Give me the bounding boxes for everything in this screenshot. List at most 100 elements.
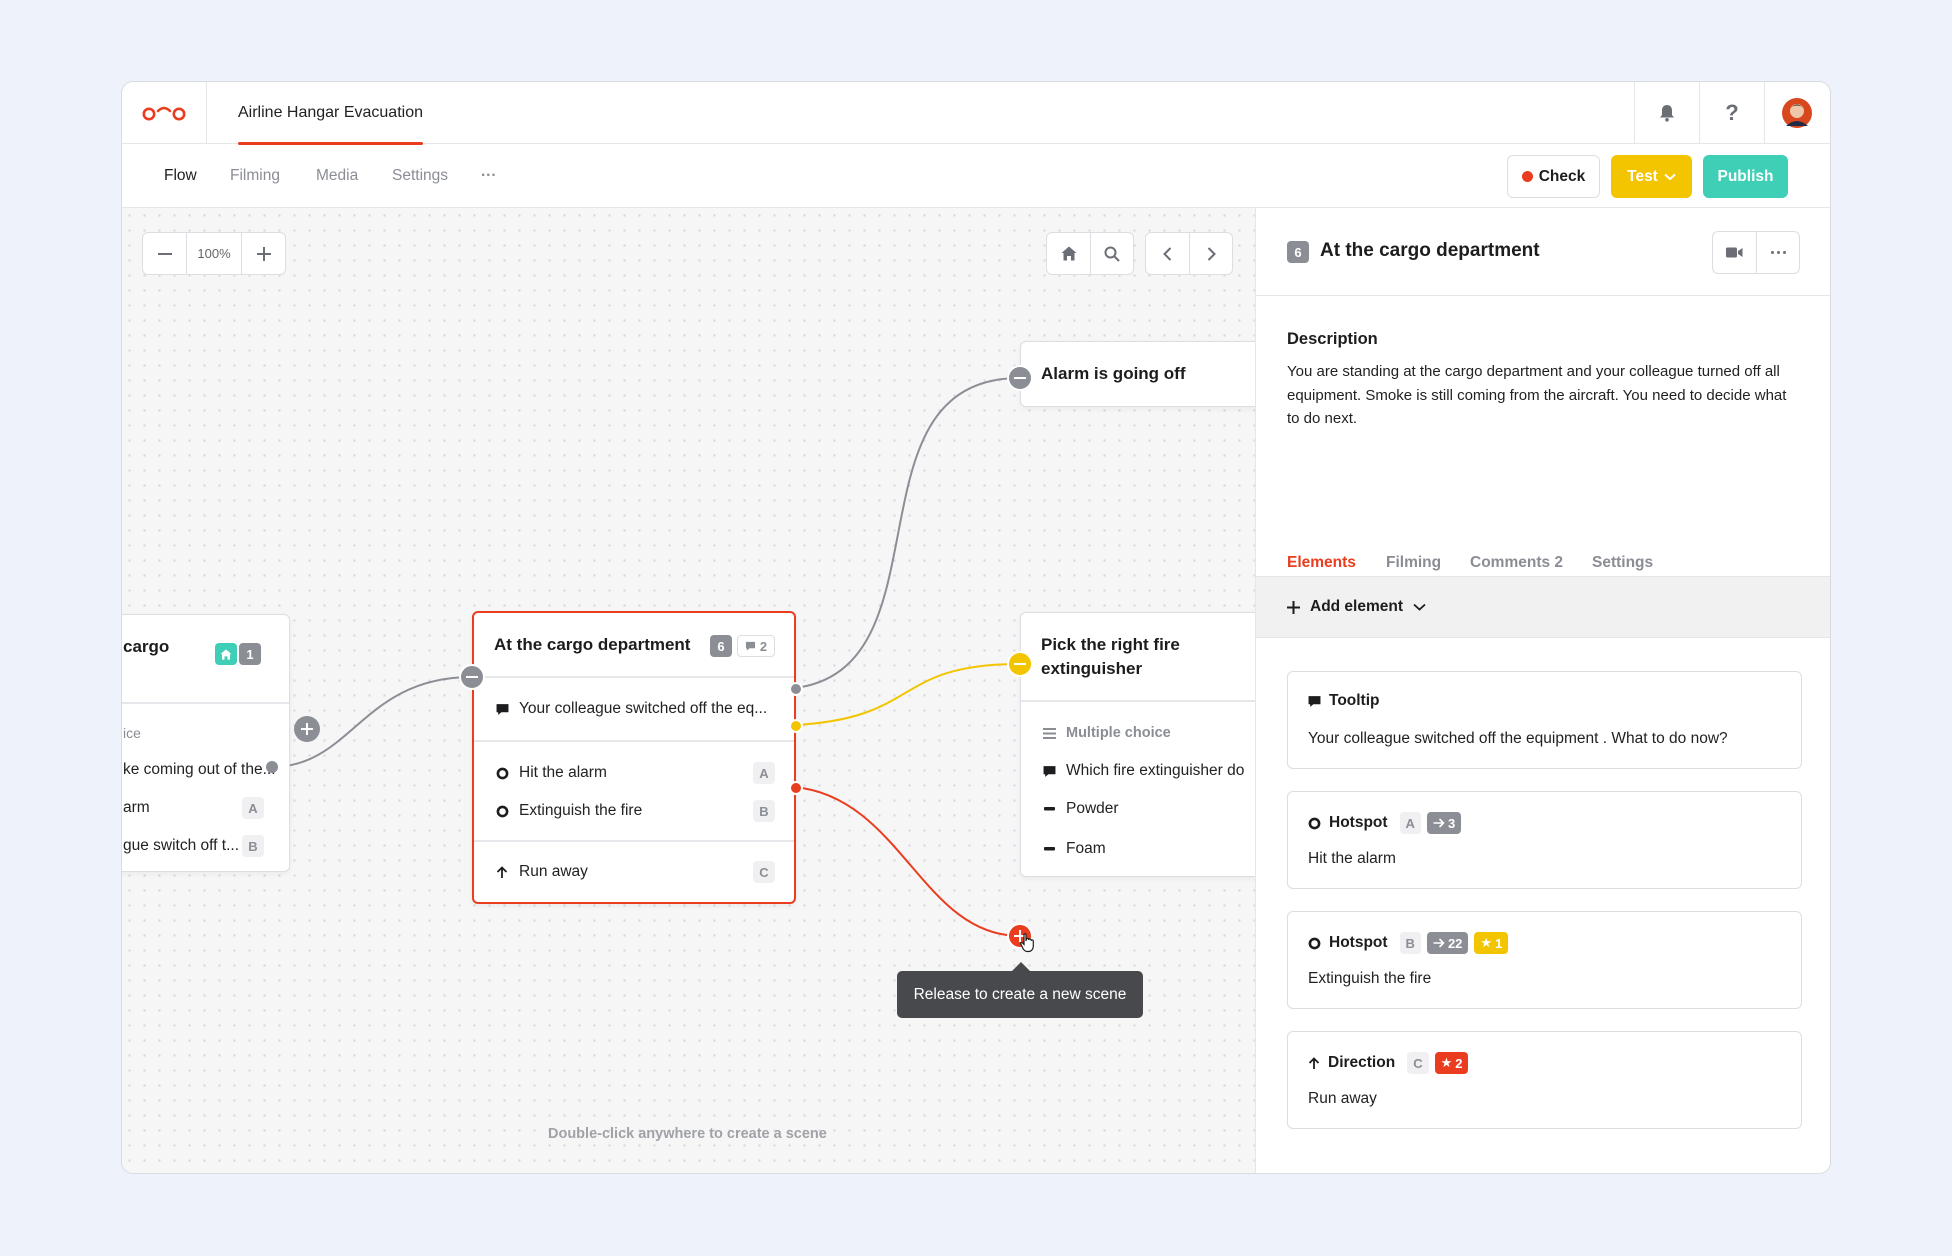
previous-button[interactable] [1146,233,1189,274]
plus-icon [301,723,313,735]
option-row[interactable]: Hit the alarm [474,754,794,792]
collapse-input-button[interactable] [1007,651,1033,677]
zoom-out-button[interactable] [143,233,186,274]
flow-canvas[interactable]: 100% cargo 1 ice ke coming out of the...… [122,208,1255,1173]
add-element-label: Add element [1310,598,1404,615]
option-key: A [753,762,775,784]
notifications-button[interactable] [1634,82,1699,144]
answer-dash-icon [1041,841,1057,857]
home-button[interactable] [1047,233,1090,274]
option-key: B [242,835,264,857]
collapse-input-button[interactable] [459,664,485,690]
comments-badge[interactable]: 2 [737,635,775,657]
scene-number-badge: 6 [1287,241,1309,263]
description-text: You are standing at the cargo department… [1287,363,1787,427]
chevron-down-icon [1664,173,1676,180]
scene-node-fire-extinguisher[interactable]: Pick the right fire extinguisher Multipl… [1020,612,1255,877]
more-dots-icon [1770,251,1786,254]
tab-filming[interactable]: Filming [230,144,280,208]
tab-media[interactable]: Media [316,144,358,208]
home-icon [1061,246,1076,261]
element-type: Tooltip [1329,692,1380,709]
tooltip-row[interactable]: Your colleague switched off the eq... [474,690,794,728]
document-tab[interactable]: Airline Hangar Evacuation [238,82,423,145]
scene-details-panel: 6 At the cargo department Description Yo… [1255,208,1830,1173]
connection-port[interactable] [789,719,803,733]
answer-label: Foam [1066,840,1106,857]
next-button[interactable] [1189,233,1232,274]
option-row[interactable]: Extinguish the fire [474,792,794,830]
link-badge: 22 [1426,932,1469,954]
app-logo[interactable] [122,82,207,144]
test-button[interactable]: Test [1611,155,1692,198]
option-key: C [753,861,775,883]
help-button[interactable]: ? [1699,82,1764,144]
element-key: B [1399,932,1421,954]
hotspot-icon [494,803,510,819]
divider [1021,700,1255,702]
element-card-hotspot[interactable]: Hotspot B 22 ★ 1 Extinguish the fire [1287,911,1802,1009]
add-element-button[interactable]: Add element [1256,576,1830,638]
option-label: Hit the alarm [519,764,607,781]
element-card-tooltip[interactable]: Tooltip Your colleague switched off the … [1287,671,1802,769]
divider [474,740,794,742]
zoom-in-button[interactable] [242,233,285,274]
element-card-direction[interactable]: Direction C ★ 2 Run away [1287,1031,1802,1129]
canvas-tools [1046,232,1134,275]
check-button[interactable]: Check [1507,155,1600,198]
canvas-hint: Double-click anywhere to create a scene [548,1126,827,1142]
scene-node-start[interactable]: cargo 1 ice ke coming out of the... arm … [122,614,290,872]
divider [474,840,794,842]
element-card-hotspot[interactable]: Hotspot A 3 Hit the alarm [1287,791,1802,889]
user-avatar[interactable] [1764,82,1829,144]
zoom-level: 100% [186,233,242,274]
edge-fire-connection [794,663,1021,726]
tab-settings[interactable]: Settings [392,144,448,208]
comment-icon [745,641,755,651]
node-title: At the cargo department [494,635,691,654]
arrow-up-icon [494,864,510,880]
element-header: Direction C ★ 2 [1308,1052,1469,1074]
publish-button[interactable]: Publish [1703,155,1788,198]
tab-filming[interactable]: Filming [1386,554,1441,572]
more-options-button[interactable] [1756,232,1799,273]
divider [122,702,289,704]
panel-header: 6 At the cargo department [1256,208,1830,296]
tab-settings[interactable]: Settings [1592,554,1653,572]
tooltip-text: Your colleague switched off the eq... [519,700,768,717]
link-badge: 3 [1426,812,1462,834]
answer-label: Powder [1066,800,1119,817]
chevron-right-icon [1207,246,1216,261]
node-row: ke coming out of the... [123,761,276,778]
video-button[interactable] [1713,232,1756,273]
element-text: Extinguish the fire [1308,970,1432,987]
tab-flow[interactable]: Flow [164,144,197,208]
option-row[interactable]: Run away [474,853,794,891]
connection-port[interactable] [266,761,278,773]
link-target: 3 [1447,815,1456,831]
home-badge [215,643,237,665]
more-menu-button[interactable]: ··· [481,144,497,208]
collapse-input-button[interactable] [1007,365,1033,391]
scene-node-selected[interactable]: At the cargo department 6 2 Your colleag… [472,611,796,904]
element-header: Tooltip [1308,692,1380,710]
tab-elements[interactable]: Elements [1287,554,1356,586]
tooltip-icon [1041,763,1057,779]
add-connection-button[interactable] [294,716,320,742]
search-button[interactable] [1090,233,1133,274]
option-label: Run away [519,863,588,880]
drop-tooltip: Release to create a new scene [897,962,1143,1018]
minus-icon [1014,377,1026,379]
answer-row: Powder [1021,790,1255,828]
connection-port[interactable] [789,682,803,696]
option-key: B [753,800,775,822]
search-icon [1104,246,1120,262]
tab-comments[interactable]: Comments 2 [1470,554,1563,572]
element-type: Hotspot [1329,814,1388,831]
scene-node-alarm[interactable]: Alarm is going off [1020,341,1255,407]
chevron-left-icon [1163,246,1172,261]
hotspot-icon [1308,817,1321,830]
score-value: 2 [1455,1055,1463,1071]
connection-port[interactable] [789,781,803,795]
hotspot-icon [1308,937,1321,950]
